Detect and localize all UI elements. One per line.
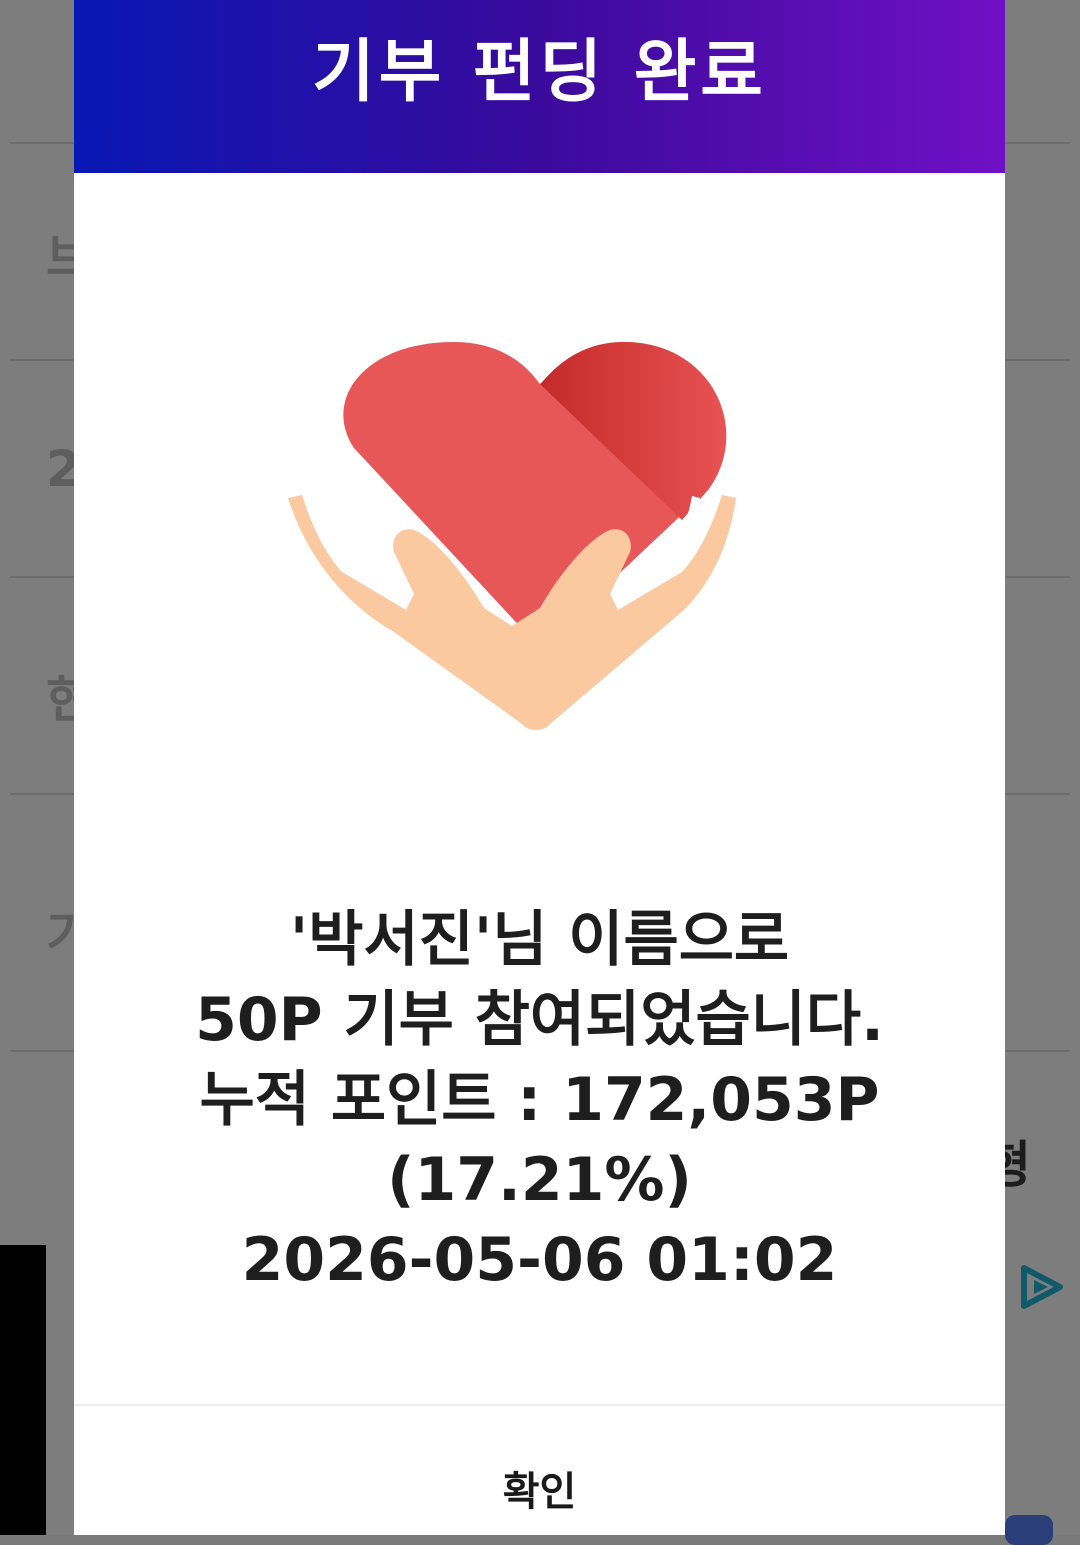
confirm-label: 확인	[502, 1469, 577, 1515]
message-line-percentage: (17.21%)	[387, 1145, 692, 1215]
message-line-total-points: 누적 포인트 : 172,053P	[199, 1065, 880, 1135]
dialog-title: 기부 펀딩 완료	[312, 33, 767, 112]
background-panel	[0, 1245, 46, 1535]
play-icon[interactable]	[1016, 1262, 1066, 1312]
dialog-header: 기부 펀딩 완료	[74, 0, 1005, 173]
donation-complete-dialog: 기부 펀딩 완료 '박서진'님 이름으로 50P 기부 참여되었습니다. 누적 …	[74, 0, 1005, 1535]
message-line-amount: 50P 기부 참여되었습니다.	[195, 985, 884, 1055]
message-line-timestamp: 2026-05-06 01:02	[241, 1225, 838, 1295]
donation-message: '박서진'님 이름으로 50P 기부 참여되었습니다. 누적 포인트 : 172…	[74, 900, 1005, 1300]
heart-in-hands-icon	[288, 342, 736, 730]
confirm-button[interactable]: 확인	[74, 1406, 1005, 1535]
background-badge	[1005, 1515, 1053, 1545]
message-line-donor: '박서진'님 이름으로	[289, 905, 790, 975]
